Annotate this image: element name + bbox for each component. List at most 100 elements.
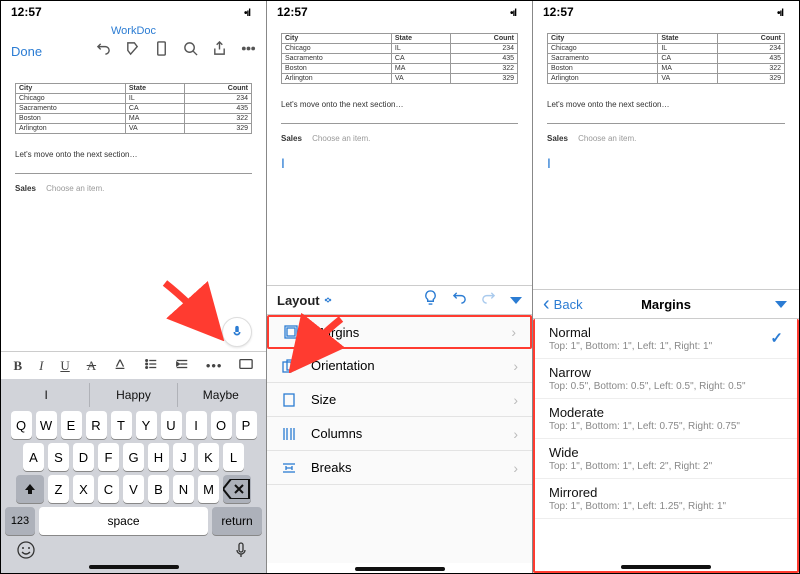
home-indicator[interactable] [621, 565, 711, 569]
key[interactable]: Q [11, 411, 32, 439]
menu-item-orientation[interactable]: Orientation› [267, 349, 532, 383]
mic-key[interactable] [232, 541, 250, 561]
key[interactable]: K [198, 443, 219, 471]
data-table[interactable]: CityStateCount ChicagoIL234 SacramentoCA… [281, 33, 518, 84]
suggestion[interactable]: I [3, 383, 90, 407]
collapse-ribbon-icon[interactable] [510, 297, 522, 304]
keyboard[interactable]: I Happy Maybe QWERTYUIOP ASDFGHJKL ZXCVB… [1, 379, 266, 573]
key[interactable]: M [198, 475, 219, 503]
key[interactable]: T [111, 411, 132, 439]
key[interactable]: V [123, 475, 144, 503]
paragraph[interactable]: Let's move onto the next section… [281, 100, 518, 109]
key[interactable]: C [98, 475, 119, 503]
undo-icon[interactable] [96, 41, 111, 61]
suggestion-bar[interactable]: I Happy Maybe [3, 383, 264, 407]
key[interactable]: X [73, 475, 94, 503]
keyboard-toggle-icon[interactable] [239, 357, 253, 375]
sales-row[interactable]: Sales Choose an item. [281, 134, 518, 143]
key[interactable]: E [61, 411, 82, 439]
key[interactable]: L [223, 443, 244, 471]
document[interactable]: CityStateCount ChicagoIL234 SacramentoCA… [533, 23, 799, 289]
home-indicator[interactable] [89, 565, 179, 569]
lightbulb-icon[interactable] [423, 290, 438, 310]
collapse-ribbon-icon[interactable] [775, 301, 787, 308]
margins-options: NormalTop: 1", Bottom: 1", Left: 1", Rig… [533, 319, 799, 573]
margin-option-narrow[interactable]: NarrowTop: 0.5", Bottom: 0.5", Left: 0.5… [535, 359, 797, 399]
underline-button[interactable]: U [60, 358, 69, 374]
bullets-button[interactable] [144, 357, 158, 375]
key[interactable]: N [173, 475, 194, 503]
bold-button[interactable]: B [13, 358, 22, 374]
menu-item-size[interactable]: Size› [267, 383, 532, 417]
key[interactable]: P [236, 411, 257, 439]
italic-button[interactable]: I [39, 358, 43, 374]
table-row: ChicagoIL234 [548, 44, 785, 54]
table-row: SacramentoCA435 [16, 104, 252, 114]
key[interactable]: G [123, 443, 144, 471]
key[interactable]: D [73, 443, 94, 471]
shift-key[interactable] [16, 475, 44, 503]
home-indicator[interactable] [355, 567, 445, 571]
status-bar: 12:57 [533, 1, 799, 23]
table-row: SacramentoCA435 [548, 54, 785, 64]
data-table[interactable]: CityStateCount ChicagoIL234 SacramentoCA… [15, 83, 252, 134]
backspace-key[interactable] [223, 475, 251, 503]
share-icon[interactable] [212, 41, 227, 61]
sales-placeholder[interactable]: Choose an item. [46, 184, 104, 193]
return-key[interactable]: return [212, 507, 262, 535]
key[interactable]: H [148, 443, 169, 471]
screenshot-2: 12:57 CityStateCount ChicagoIL234 Sacram… [267, 1, 533, 573]
key[interactable]: F [98, 443, 119, 471]
key[interactable]: U [161, 411, 182, 439]
margin-option-wide[interactable]: WideTop: 1", Bottom: 1", Left: 2", Right… [535, 439, 797, 479]
key[interactable]: Z [48, 475, 69, 503]
doc-title[interactable]: WorkDoc [1, 23, 266, 41]
space-key[interactable]: space [39, 507, 208, 535]
indent-button[interactable] [175, 357, 189, 375]
key[interactable]: Y [136, 411, 157, 439]
sales-row[interactable]: Sales Choose an item. [15, 184, 252, 193]
layout-menu: Margins› Orientation› Size› Columns› Bre… [267, 315, 532, 563]
key[interactable]: R [86, 411, 107, 439]
table-row: BostonMA322 [16, 114, 252, 124]
dictate-button[interactable] [222, 317, 252, 347]
menu-item-columns[interactable]: Columns› [267, 417, 532, 451]
numeric-key[interactable]: 123 [5, 507, 35, 535]
key[interactable]: I [186, 411, 207, 439]
table-row: ChicagoIL234 [282, 44, 518, 54]
data-table[interactable]: CityStateCount ChicagoIL234 SacramentoCA… [547, 33, 785, 84]
menu-item-margins[interactable]: Margins› [267, 315, 532, 349]
document[interactable]: CityStateCount ChicagoIL234 SacramentoCA… [1, 67, 266, 351]
key[interactable]: B [148, 475, 169, 503]
highlight-button[interactable] [113, 357, 127, 375]
suggestion[interactable]: Happy [90, 383, 177, 407]
document[interactable]: CityStateCount ChicagoIL234 SacramentoCA… [267, 23, 532, 285]
suggestion[interactable]: Maybe [178, 383, 264, 407]
key[interactable]: O [211, 411, 232, 439]
emoji-key[interactable] [17, 541, 35, 561]
strike-button[interactable]: A [87, 358, 96, 374]
margin-option-moderate[interactable]: ModerateTop: 1", Bottom: 1", Left: 0.75"… [535, 399, 797, 439]
key[interactable]: S [48, 443, 69, 471]
divider [547, 123, 785, 124]
key[interactable]: W [36, 411, 57, 439]
redo-icon[interactable] [481, 290, 496, 310]
undo-icon[interactable] [452, 290, 467, 310]
done-button[interactable]: Done [11, 44, 42, 59]
key[interactable]: A [23, 443, 44, 471]
read-icon[interactable] [125, 41, 140, 61]
layout-tab[interactable]: Layout [277, 293, 333, 308]
paragraph[interactable]: Let's move onto the next section… [547, 100, 785, 109]
search-icon[interactable] [183, 41, 198, 61]
paragraph[interactable]: Let's move onto the next section… [15, 150, 252, 159]
menu-item-breaks[interactable]: Breaks› [267, 451, 532, 485]
sales-row[interactable]: Sales Choose an item. [547, 134, 785, 143]
margin-option-mirrored[interactable]: MirroredTop: 1", Bottom: 1", Left: 1.25"… [535, 479, 797, 519]
margins-header: Back Margins [533, 289, 799, 319]
clock: 12:57 [11, 5, 42, 19]
format-more-button[interactable]: ••• [206, 358, 223, 374]
key[interactable]: J [173, 443, 194, 471]
margin-option-normal[interactable]: NormalTop: 1", Bottom: 1", Left: 1", Rig… [535, 319, 797, 359]
more-icon[interactable] [241, 41, 256, 61]
mobile-icon[interactable] [154, 41, 169, 61]
